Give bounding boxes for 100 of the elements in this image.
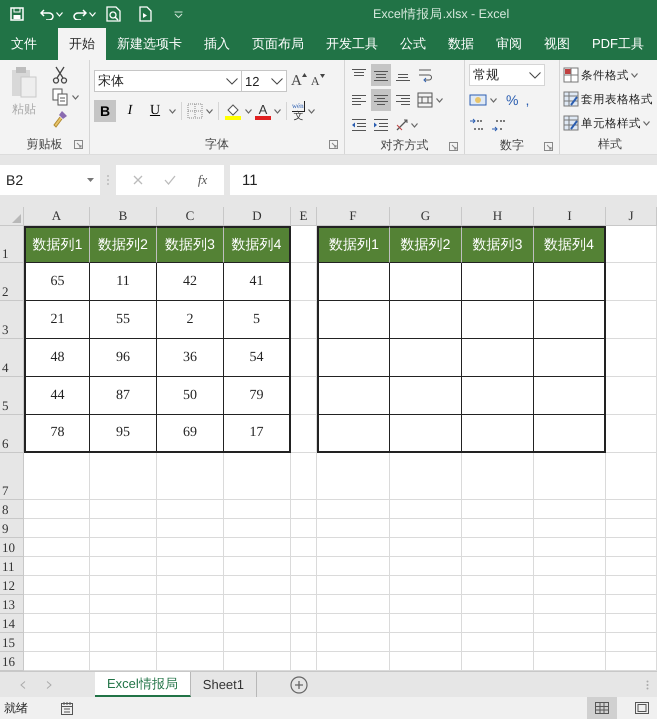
empty-cell[interactable] [390, 301, 462, 339]
row-header[interactable]: 2 [0, 263, 24, 301]
align-center-icon[interactable] [373, 93, 389, 107]
select-all-icon[interactable] [12, 214, 21, 223]
dialog-launcher-icon[interactable] [449, 142, 458, 151]
row-header[interactable]: 16 [0, 652, 24, 671]
cut-icon[interactable] [52, 66, 68, 84]
row-header[interactable]: 1 [0, 226, 24, 263]
comma-style-button[interactable]: , [523, 92, 532, 108]
column-header[interactable]: C [157, 207, 224, 226]
dialog-launcher-icon[interactable] [544, 142, 553, 151]
caret-icon[interactable] [87, 178, 94, 182]
empty-cell[interactable] [390, 263, 462, 301]
empty-cell[interactable] [317, 377, 390, 415]
empty-cell[interactable] [317, 263, 390, 301]
next-sheet-icon[interactable] [46, 680, 52, 688]
empty-cell[interactable] [534, 415, 606, 453]
underline-button[interactable]: U [144, 100, 166, 122]
empty-cell[interactable] [534, 301, 606, 339]
column-header[interactable]: G [390, 207, 462, 226]
align-right-icon[interactable] [395, 93, 411, 107]
sheet-tab[interactable]: Excel情报局 [95, 672, 191, 697]
ribbon-tab[interactable]: 数据 [437, 28, 485, 60]
empty-cell[interactable] [390, 415, 462, 453]
borders-icon[interactable] [187, 103, 203, 119]
increase-indent-icon[interactable] [373, 118, 389, 132]
caret-icon[interactable] [72, 94, 79, 100]
caret-icon[interactable] [274, 108, 281, 114]
column-header[interactable]: D [224, 207, 291, 226]
row-header[interactable]: 10 [0, 538, 24, 557]
name-box[interactable]: B2 [0, 165, 100, 195]
font-color-button[interactable]: A [255, 102, 271, 120]
chevron-down-icon[interactable] [226, 78, 238, 84]
increase-decimal-icon[interactable] [469, 117, 485, 133]
column-header[interactable]: J [606, 207, 657, 226]
align-middle-button[interactable] [371, 64, 391, 86]
empty-cell[interactable] [317, 415, 390, 453]
styles-menu-button[interactable]: 单元格样式 [563, 112, 657, 134]
print-preview-icon[interactable] [106, 6, 121, 22]
caret-icon[interactable] [169, 108, 176, 114]
number-format-dropdown[interactable]: 常规 [469, 64, 545, 86]
ribbon-tab[interactable]: 审阅 [485, 28, 533, 60]
caret-icon[interactable] [490, 98, 497, 102]
empty-cell[interactable] [390, 339, 462, 377]
empty-cell[interactable] [462, 263, 534, 301]
customize-menu-icon[interactable] [174, 10, 183, 18]
align-left-icon[interactable] [351, 93, 367, 107]
chevron-down-icon[interactable] [529, 72, 541, 78]
ribbon-tab[interactable]: 新建选项卡 [106, 28, 193, 60]
caret-icon[interactable] [308, 108, 315, 114]
align-center-button[interactable] [371, 89, 391, 111]
orientation-icon[interactable] [394, 118, 408, 132]
normal-view-button[interactable] [587, 697, 617, 719]
empty-cell[interactable] [317, 301, 390, 339]
ribbon-tab[interactable]: 视图 [533, 28, 581, 60]
redo-icon[interactable] [73, 8, 87, 20]
merge-cells-icon[interactable] [417, 92, 433, 108]
italic-button[interactable]: I [119, 100, 141, 122]
align-middle-icon[interactable] [373, 68, 389, 82]
empty-cell[interactable] [462, 339, 534, 377]
dialog-launcher-icon[interactable] [329, 140, 338, 149]
undo-icon[interactable] [40, 8, 54, 20]
percent-style-button[interactable]: % [504, 92, 520, 108]
ribbon-tab[interactable]: 开始 [58, 28, 106, 60]
styles-menu-button[interactable]: 条件格式 [563, 64, 657, 86]
fill-color-icon[interactable] [224, 102, 242, 120]
document-icon[interactable] [139, 6, 152, 22]
row-header[interactable]: 4 [0, 339, 24, 377]
styles-menu-button[interactable]: 套用表格格式 [563, 88, 657, 110]
empty-cell[interactable] [534, 377, 606, 415]
empty-cell[interactable] [462, 377, 534, 415]
ribbon-tab[interactable]: 文件 [0, 28, 58, 60]
save-icon[interactable] [10, 7, 24, 21]
bold-button[interactable]: B [94, 100, 116, 122]
grow-font-button[interactable]: A [291, 72, 307, 90]
row-header[interactable]: 5 [0, 377, 24, 415]
column-header[interactable]: A [24, 207, 90, 226]
caret-icon[interactable] [631, 72, 638, 78]
decrease-indent-icon[interactable] [351, 118, 367, 132]
row-header[interactable]: 11 [0, 557, 24, 576]
insert-function-button[interactable]: fx [198, 172, 208, 188]
ribbon-tab[interactable]: 插入 [193, 28, 241, 60]
empty-cell[interactable] [462, 415, 534, 453]
caret-icon[interactable] [245, 108, 252, 114]
enter-icon[interactable] [164, 175, 176, 185]
row-header[interactable]: 6 [0, 415, 24, 453]
caret-icon[interactable] [436, 98, 443, 102]
ribbon-tab[interactable]: 公式 [389, 28, 437, 60]
empty-cell[interactable] [534, 263, 606, 301]
empty-cell[interactable] [462, 301, 534, 339]
decrease-decimal-icon[interactable] [491, 117, 507, 133]
copy-icon[interactable] [52, 88, 68, 106]
column-header[interactable]: B [90, 207, 157, 226]
formula-input[interactable]: 11 [230, 165, 657, 195]
column-header[interactable]: H [462, 207, 534, 226]
ribbon-tab[interactable]: 开发工具 [315, 28, 389, 60]
font-size-dropdown[interactable]: 12 [241, 70, 287, 92]
ribbon-tab[interactable]: PDF工具 [581, 28, 655, 60]
row-header[interactable]: 9 [0, 519, 24, 538]
column-header[interactable]: E [291, 207, 317, 226]
